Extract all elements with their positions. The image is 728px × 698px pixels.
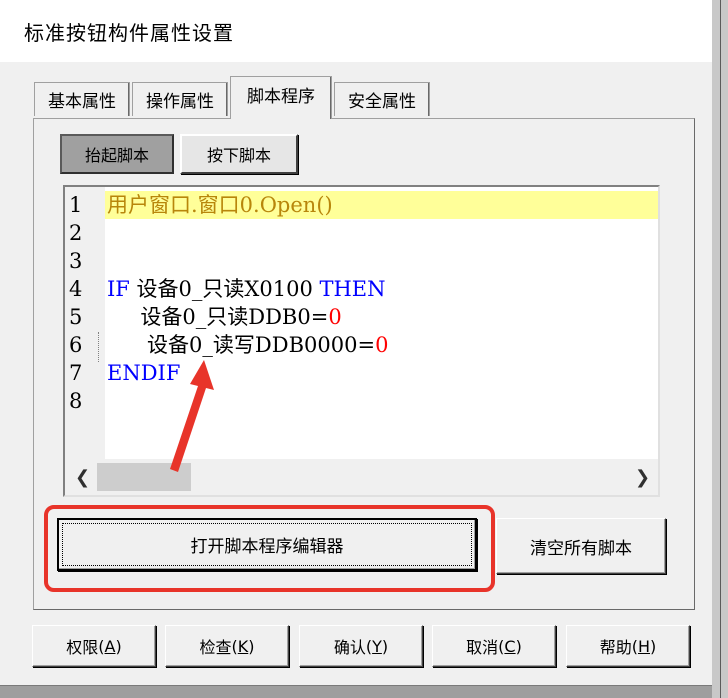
accelerator-key: (C): [498, 636, 522, 656]
tab-label: 脚本程序: [247, 86, 315, 107]
window-title: 标准按钮构件属性设置: [24, 21, 234, 45]
footer-button-confirm[interactable]: 确认 (Y): [299, 625, 423, 667]
code-line[interactable]: 7 ENDIF: [65, 359, 658, 387]
line-number: 2: [69, 221, 83, 245]
accelerator-key: (K): [231, 636, 255, 656]
code-line[interactable]: 6 设备0_读写DDB0000=0: [65, 331, 658, 359]
accelerator-letter: A: [104, 636, 116, 656]
tab-security-properties[interactable]: 安全属性: [334, 82, 430, 116]
code-text: IF 设备0_只读X0100 THEN: [105, 275, 658, 303]
chevron-left-icon[interactable]: ❮: [75, 467, 90, 488]
button-label: 权限: [66, 638, 99, 657]
button-label: 确认: [333, 638, 366, 657]
tab-script-program[interactable]: 脚本程序: [230, 76, 332, 119]
tab-basic-properties[interactable]: 基本属性: [34, 82, 130, 116]
line-number: 6: [69, 333, 83, 357]
code-text: 用户窗口.窗口0.Open(): [105, 191, 658, 219]
tab-operation-properties[interactable]: 操作属性: [132, 82, 228, 116]
code-token: 设备0_只读X0100: [129, 277, 320, 301]
indent-guide: [98, 332, 99, 362]
window-bottom-edge: [0, 686, 712, 698]
accelerator-letter: Y: [372, 636, 382, 656]
accelerator-key: (A): [98, 636, 122, 656]
line-number: 3: [69, 249, 83, 273]
button-label: 帮助: [599, 638, 632, 657]
tab-label: 操作属性: [146, 92, 214, 112]
code-line[interactable]: 8: [65, 387, 658, 415]
subtab-label: 按下脚本: [206, 146, 271, 165]
code-token: 用户窗口.窗口0.Open(): [107, 193, 333, 217]
button-label: 取消: [466, 638, 499, 657]
annotation-highlight-box: [44, 505, 495, 592]
code-token: 设备0_读写DDB0000=: [107, 333, 376, 357]
accelerator-key: (H): [631, 636, 657, 656]
footer-button-permission[interactable]: 权限 (A): [32, 625, 156, 667]
code-line[interactable]: 1 用户窗口.窗口0.Open(): [65, 191, 658, 219]
property-dialog: 标准按钮构件属性设置 基本属性 操作属性 脚本程序 安全属性 抬起脚本 按下脚本…: [0, 0, 713, 686]
code-line[interactable]: 4 IF 设备0_只读X0100 THEN: [65, 275, 658, 303]
title-bar: 标准按钮构件属性设置: [0, 0, 712, 62]
code-token: 0: [375, 333, 389, 357]
code-text: 设备0_只读DDB0=0: [105, 303, 658, 331]
subtab-label: 抬起脚本: [84, 146, 149, 165]
line-number: 7: [69, 361, 83, 385]
subtab-press-script[interactable]: 按下脚本: [180, 134, 298, 174]
script-editor[interactable]: 1 用户窗口.窗口0.Open() 2 3 4 IF 设备0_只读X0100 THEN 5 …: [63, 185, 660, 497]
footer-button-check[interactable]: 检查 (K): [165, 625, 289, 667]
horizontal-scrollbar[interactable]: ❮ ❯: [65, 459, 658, 495]
button-label: 检查: [199, 638, 232, 657]
code-token: 设备0_只读DDB0=: [107, 305, 329, 329]
code-token: 0: [328, 305, 342, 329]
line-number: 4: [69, 277, 83, 301]
window-right-edge: [712, 0, 728, 698]
tab-label: 基本属性: [48, 92, 116, 112]
footer-button-cancel[interactable]: 取消 (C): [432, 625, 556, 667]
line-number: 5: [69, 305, 83, 329]
accelerator-letter: H: [637, 636, 651, 656]
footer-button-help[interactable]: 帮助 (H): [566, 625, 690, 667]
code-token: THEN: [319, 277, 386, 301]
clear-all-scripts-button[interactable]: 清空所有脚本: [496, 518, 666, 574]
code-line[interactable]: 2: [65, 219, 658, 247]
line-number: 8: [69, 389, 83, 413]
accelerator-letter: K: [237, 636, 249, 656]
tab-label: 安全属性: [348, 92, 416, 112]
code-line[interactable]: 5 设备0_只读DDB0=0: [65, 303, 658, 331]
chevron-right-icon[interactable]: ❯: [635, 467, 650, 488]
accelerator-letter: C: [504, 636, 516, 656]
code-line[interactable]: 3: [65, 247, 658, 275]
accelerator-key: (Y): [365, 636, 389, 656]
subtab-release-script[interactable]: 抬起脚本: [60, 134, 174, 174]
line-number: 1: [69, 193, 83, 217]
code-token: IF: [107, 277, 130, 301]
annotation-arrow-icon: [170, 360, 214, 472]
code-text: 设备0_读写DDB0000=0: [105, 331, 658, 359]
